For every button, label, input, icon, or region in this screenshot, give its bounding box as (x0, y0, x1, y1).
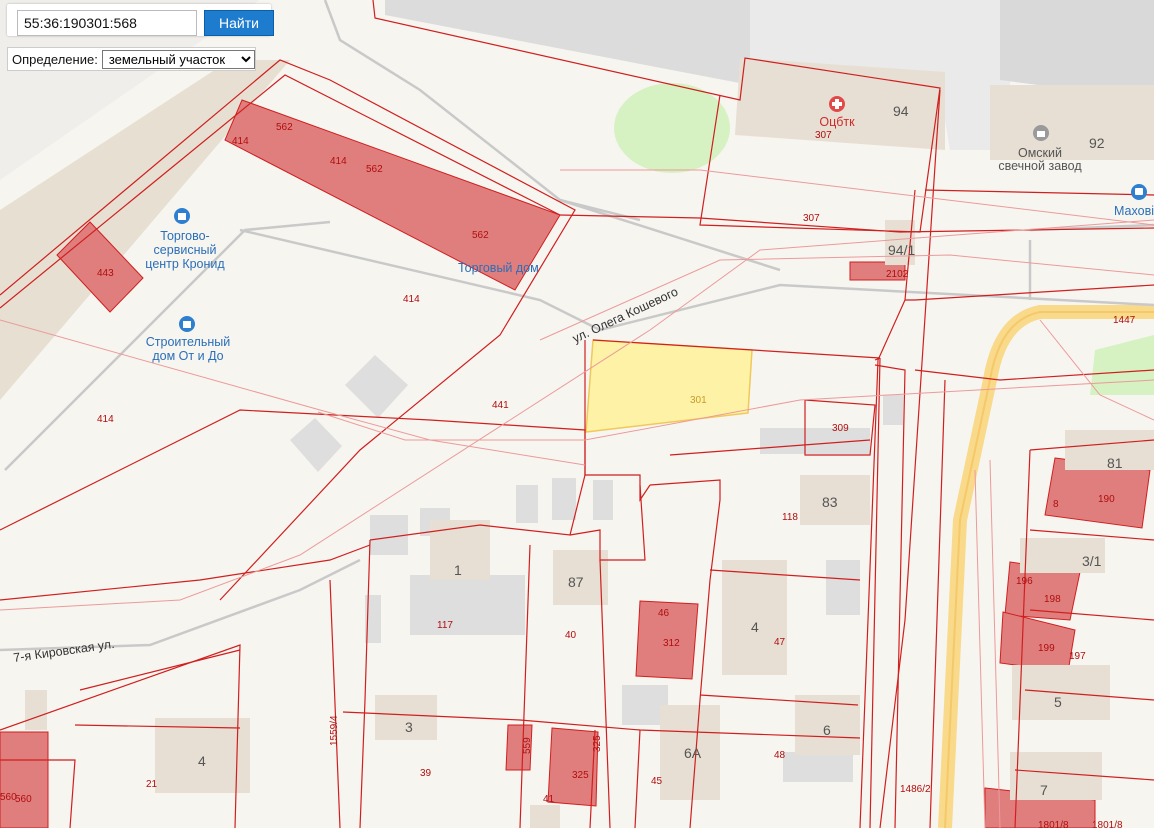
svg-text:199: 199 (1038, 643, 1055, 654)
definition-select[interactable]: земельный участок (101, 49, 255, 69)
svg-text:2102: 2102 (886, 269, 909, 280)
svg-text:117: 117 (437, 620, 453, 631)
svg-text:47: 47 (774, 637, 786, 648)
svg-text:21: 21 (146, 779, 158, 790)
svg-text:6: 6 (823, 722, 831, 738)
svg-text:4: 4 (198, 753, 206, 769)
svg-text:414: 414 (232, 136, 249, 147)
svg-text:1801/8: 1801/8 (1038, 820, 1069, 828)
svg-text:свечной завод: свечной завод (998, 159, 1082, 173)
svg-text:6А: 6А (684, 745, 702, 761)
bus-stop-icon[interactable] (1131, 184, 1147, 200)
svg-text:4: 4 (751, 619, 759, 635)
svg-text:1: 1 (454, 562, 462, 578)
svg-text:39: 39 (420, 768, 432, 779)
svg-text:562: 562 (276, 122, 293, 133)
svg-text:дом От и До: дом От и До (152, 349, 223, 363)
svg-text:87: 87 (568, 574, 584, 590)
svg-text:сервисный: сервисный (154, 243, 217, 257)
poi-mahov[interactable]: Махові (1114, 204, 1154, 218)
medical-cross-icon[interactable] (829, 96, 845, 112)
shopping-bag-icon[interactable] (179, 316, 195, 332)
svg-text:325: 325 (592, 735, 603, 752)
svg-text:441: 441 (492, 400, 509, 411)
svg-text:48: 48 (774, 750, 786, 761)
svg-text:312: 312 (663, 638, 680, 649)
svg-text:3/1: 3/1 (1082, 553, 1102, 569)
poi-torg-dom[interactable]: Торговый дом (458, 261, 539, 275)
svg-text:40: 40 (565, 630, 577, 641)
svg-text:94: 94 (893, 103, 909, 119)
svg-text:198: 198 (1044, 594, 1061, 605)
svg-text:центр Кронид: центр Кронид (145, 257, 225, 271)
svg-text:307: 307 (815, 130, 832, 141)
svg-text:562: 562 (472, 230, 489, 241)
svg-text:3: 3 (405, 719, 413, 735)
poi-ot-i-do[interactable]: Строительный дом От и До (146, 335, 230, 363)
svg-text:Торгово-: Торгово- (160, 229, 209, 243)
svg-text:45: 45 (651, 776, 663, 787)
factory-icon[interactable] (1033, 125, 1049, 141)
svg-text:190: 190 (1098, 494, 1115, 505)
find-button[interactable]: Найти (204, 10, 274, 36)
svg-text:414: 414 (97, 414, 114, 425)
svg-text:414: 414 (403, 294, 420, 305)
svg-text:94/1: 94/1 (888, 242, 915, 258)
svg-text:301: 301 (690, 395, 707, 406)
svg-text:92: 92 (1089, 135, 1105, 151)
svg-text:5: 5 (1054, 694, 1062, 710)
svg-text:1801/8: 1801/8 (1092, 820, 1123, 828)
shopping-bag-icon[interactable] (174, 208, 190, 224)
svg-text:414: 414 (330, 156, 347, 167)
svg-text:307: 307 (803, 213, 820, 224)
svg-text:197: 197 (1069, 651, 1086, 662)
svg-text:196: 196 (1016, 576, 1033, 587)
svg-text:7: 7 (1040, 782, 1048, 798)
definition-label: Определение: (12, 51, 98, 67)
svg-text:562: 562 (366, 164, 383, 175)
svg-text:83: 83 (822, 494, 838, 510)
svg-text:1559/4: 1559/4 (329, 715, 340, 746)
svg-text:8: 8 (1053, 499, 1059, 510)
poi-ocbtk[interactable]: Оцбтк (819, 115, 855, 129)
svg-text:118: 118 (782, 512, 798, 523)
svg-text:Омский: Омский (1018, 146, 1062, 160)
cadastral-map[interactable]: ул. Олега Кошевого 7-я Кировская ул. Тор… (0, 0, 1154, 828)
svg-text:560: 560 (15, 794, 32, 805)
svg-text:325: 325 (572, 770, 589, 781)
search-panel: Найти (7, 4, 274, 36)
cadastral-search-input[interactable] (17, 10, 197, 36)
svg-text:81: 81 (1107, 455, 1123, 471)
svg-text:Строительный: Строительный (146, 335, 230, 349)
svg-text:309: 309 (832, 423, 849, 434)
definition-panel: Определение: земельный участок (7, 47, 256, 71)
svg-text:1447: 1447 (1113, 315, 1136, 326)
svg-text:559: 559 (522, 737, 533, 754)
svg-text:41: 41 (543, 794, 555, 805)
svg-text:46: 46 (658, 608, 670, 619)
svg-text:1486/2: 1486/2 (900, 784, 931, 795)
svg-text:443: 443 (97, 268, 114, 279)
